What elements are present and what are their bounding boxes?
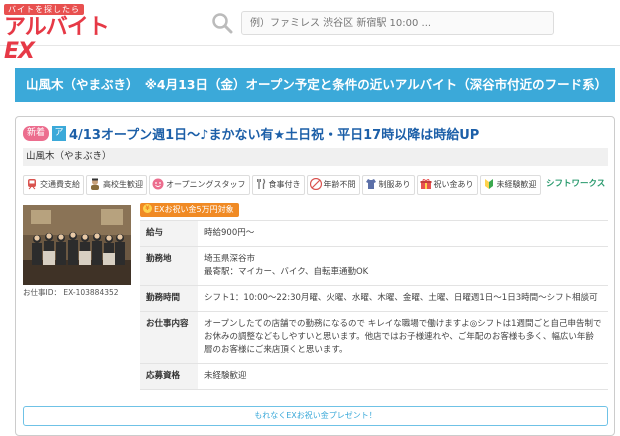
shiftworks-logo: シフトワークス [546, 179, 606, 189]
logo-wordmark: アルバイトEX [4, 16, 134, 64]
tag-uniform: 制服あり [361, 175, 415, 195]
detail-row-location: 勤務地 埼玉県深谷市最寄駅：マイカー、バイク、自転車通勤OK [140, 246, 608, 286]
detail-row-hours: 勤務時間 シフト1：10:00〜22:30月曜、火曜、水曜、木曜、金曜、土曜、日… [140, 285, 608, 312]
detail-value: 埼玉県深谷市最寄駅：マイカー、バイク、自転車通勤OK [198, 246, 608, 286]
job-title-link[interactable]: 4/13オープン週1日〜♪まかない有★土日祝・平日17時以降は時給UP [69, 124, 479, 143]
detail-key: 給与 [140, 220, 198, 247]
detail-value: オープンしたての店舗での勤務になるので キレイな職場で働けますよ◎シフトは1週間… [198, 311, 608, 364]
smile-icon [152, 178, 164, 189]
detail-value: 時給900円〜 [198, 220, 608, 247]
detail-key: 勤務地 [140, 246, 198, 286]
search-input[interactable] [241, 11, 554, 35]
location-station: 最寄駅：マイカー、バイク、自転車通勤OK [204, 267, 369, 277]
gift-icon [420, 178, 432, 189]
train-icon [28, 178, 36, 189]
coin-icon: ¥ [143, 204, 152, 213]
ex-bonus-label: EXお祝い金5万円対象 [154, 205, 234, 214]
tag-label: 制服あり [378, 180, 411, 189]
search-icon[interactable] [211, 12, 233, 34]
tag-opening: オープニングスタッフ [149, 175, 250, 195]
store-staff-photo[interactable] [23, 205, 131, 285]
tag-meal: 食事付き [251, 175, 305, 195]
detail-row-requirements: 応募資格 未経験歓迎 [140, 363, 608, 390]
logo-main-text: アルバイト [4, 15, 110, 40]
job-card: 新着ア 4/13オープン週1日〜♪まかない有★土日祝・平日17時以降は時給UP 山… [15, 116, 615, 436]
job-details-table: 給与 時給900円〜 勤務地 埼玉県深谷市最寄駅：マイカー、バイク、自転車通勤O… [140, 220, 608, 390]
tag-beginner: 未経験歓迎 [479, 175, 541, 195]
tag-label: 未経験歓迎 [496, 180, 537, 189]
detail-key: 応募資格 [140, 363, 198, 390]
age-icon [309, 177, 322, 190]
company-name: 山風木（やまぶき） [23, 148, 608, 166]
job-title-row: 新着ア 4/13オープン週1日〜♪まかない有★土日祝・平日17時以降は時給UP [23, 123, 479, 143]
detail-key: お仕事内容 [140, 311, 198, 364]
tag-any-age: 年齢不問 [306, 175, 360, 195]
job-id: お仕事ID： EX-103884352 [23, 288, 119, 297]
related-jobs-banner: 山風木（やまぶき） ※4月13日（金）オープン予定と条件の近いアルバイト（深谷市… [15, 68, 615, 102]
detail-value: シフト1：10:00〜22:30月曜、火曜、水曜、木曜、金曜、土曜、日曜週1日〜… [198, 285, 608, 312]
logo-ex-text: EX [4, 39, 35, 64]
tag-label: 交通費支給 [40, 180, 80, 189]
job-type-badge: ア [52, 126, 67, 141]
new-badge: 新着 [23, 126, 50, 141]
beginner-icon [484, 178, 493, 189]
tag-label: 高校生歓迎 [103, 180, 143, 189]
detail-row-salary: 給与 時給900円〜 [140, 220, 608, 247]
feature-tags: 交通費支給 高校生歓迎 オープニングスタッフ 食事付き 年齢不問 制服あり 祝い金あり 未経験… [23, 175, 543, 195]
fork-icon [256, 178, 265, 189]
tag-label: オープニングスタッフ [166, 180, 246, 189]
location-address: 埼玉県深谷市 [204, 254, 256, 264]
uniform-icon [365, 178, 376, 189]
ex-bonus-badge: ¥ EXお祝い金5万円対象 [140, 203, 239, 217]
tag-label: 年齢不問 [323, 180, 356, 189]
student-icon [91, 178, 99, 190]
tag-highschool: 高校生歓迎 [86, 175, 147, 195]
logo-tagline: バイトを探したら [4, 4, 84, 15]
tag-label: 食事付き [268, 180, 301, 189]
bonus-present-button[interactable]: もれなくEXお祝い金プレゼント！ [23, 406, 608, 426]
tag-label: 祝い金あり [433, 180, 474, 189]
detail-row-description: お仕事内容 オープンしたての店舗での勤務になるので キレイな職場で働けますよ◎シ… [140, 311, 608, 364]
detail-value: 未経験歓迎 [198, 363, 608, 390]
site-logo[interactable]: バイトを探したら アルバイトEX [4, 4, 134, 64]
tag-bonus: 祝い金あり [416, 175, 478, 195]
detail-key: 勤務時間 [140, 285, 198, 312]
tag-transport: 交通費支給 [23, 175, 84, 195]
site-header: バイトを探したら アルバイトEX [0, 0, 620, 64]
